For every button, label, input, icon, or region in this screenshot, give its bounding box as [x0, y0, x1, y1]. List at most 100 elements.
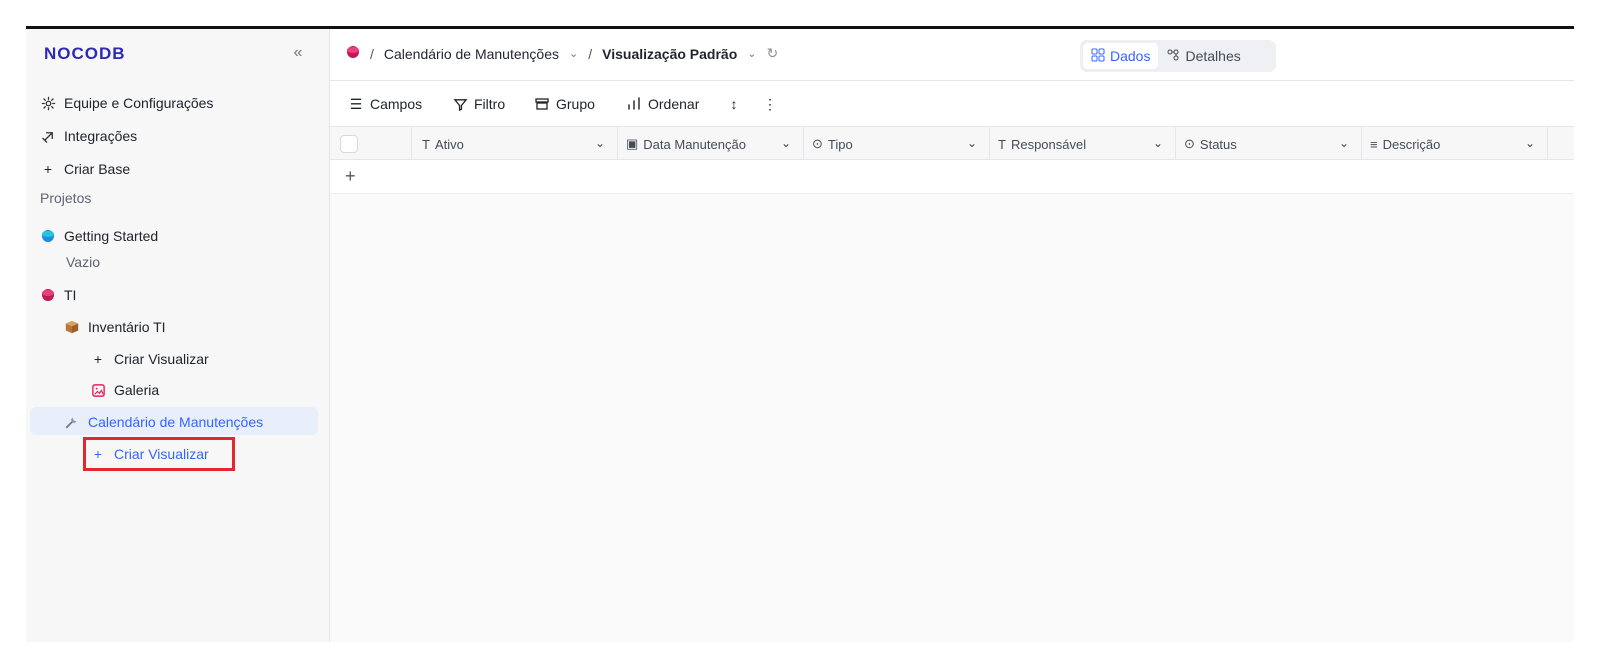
getting-started-label: Getting Started [64, 228, 159, 244]
view-toolbar: ☰ Campos Filtro Grupo Ordenar ↕ ⋮ [330, 82, 1574, 126]
refresh-icon[interactable]: ↻ [766, 45, 778, 62]
grid-icon [1091, 48, 1105, 65]
top-bar: / Calendário de Manutenções ⌄ / Visualiz… [330, 29, 1574, 81]
gallery-view-item[interactable]: Galeria [90, 376, 370, 404]
projects-section-title: Projetos [40, 190, 92, 206]
empty-project-label: Vazio [66, 254, 100, 270]
details-tab-label: Detalhes [1185, 48, 1241, 64]
column-active-label: Ativo [434, 136, 464, 152]
group-button[interactable]: Grupo [534, 92, 595, 116]
filter-label: Filtro [474, 96, 506, 112]
table-breadcrumb[interactable]: Calendário de Manutenções [384, 46, 559, 62]
column-description[interactable]: ≡ Descrição ⌄ [1362, 127, 1548, 161]
sort-button[interactable]: Ordenar [626, 92, 699, 116]
details-icon [1166, 48, 1180, 65]
create-view-label: Criar Visualizar [114, 446, 209, 462]
view-breadcrumb[interactable]: Visualização Padrão [602, 46, 737, 62]
grid-header: T Ativo ⌄ ▣ Data Manutenção ⌄ ⊙ Tipo ⌄ T… [330, 126, 1574, 161]
integrations-label: Integrações [64, 128, 138, 144]
column-maintenance-date[interactable]: ▣ Data Manutenção ⌄ [618, 127, 804, 161]
breadcrumb-separator: / [370, 45, 374, 62]
more-icon: ⋮ [763, 95, 777, 112]
ti-project[interactable]: TI [40, 281, 320, 309]
column-status-label: Status [1199, 136, 1237, 152]
app-window: NOCODB « Equipe e Configurações Integraç… [26, 26, 1574, 642]
filter-button[interactable]: Filtro [452, 92, 505, 116]
chevron-down-icon[interactable]: ⌄ [781, 136, 791, 150]
group-label: Grupo [556, 96, 595, 112]
create-base-label: Criar Base [64, 161, 131, 177]
column-status[interactable]: ⊙ Status ⌄ [1176, 127, 1362, 161]
pink-base-icon [40, 287, 56, 303]
create-view-calendar-button[interactable]: + Criar Visualizar [90, 440, 370, 468]
empty-grid-body [330, 194, 1574, 642]
select-icon: ⊙ [812, 136, 823, 151]
add-row-line[interactable]: + [330, 160, 1574, 194]
sidebar: NOCODB « Equipe e Configurações Integraç… [26, 29, 330, 642]
column-maintenance-date-label: Data Manutenção [643, 136, 746, 152]
maintenance-calendar-label: Calendário de Manutenções [88, 414, 264, 430]
data-details-toggle[interactable]: Dados Detalhes [1080, 40, 1276, 72]
column-responsible[interactable]: T Responsável ⌄ [990, 127, 1176, 161]
row-height-button[interactable]: ↕ [726, 92, 742, 116]
gallery-icon [90, 382, 106, 398]
chevron-down-icon[interactable]: ⌄ [1525, 136, 1535, 150]
gear-icon [40, 95, 56, 111]
chevron-down-icon[interactable]: ⌄ [569, 47, 578, 60]
plus-icon: + [93, 351, 103, 367]
breadcrumb: / Calendário de Manutenções ⌄ / Visualiz… [346, 45, 778, 62]
select-all-checkbox[interactable] [340, 135, 358, 153]
select-icon: ⊙ [1184, 136, 1195, 151]
chevron-down-icon[interactable]: ⌄ [967, 136, 977, 150]
fields-button[interactable]: ☰ Campos [348, 92, 422, 116]
collapse-sidebar-button[interactable]: « [288, 44, 308, 64]
add-row-plus-icon[interactable]: + [345, 167, 356, 185]
breadcrumb-separator: / [588, 45, 593, 62]
text-icon: T [422, 136, 430, 152]
details-tab[interactable]: Detalhes [1158, 43, 1248, 69]
column-type-label: Tipo [827, 136, 853, 152]
create-view-inventory-button[interactable]: + Criar Visualizar [90, 345, 370, 373]
inventory-label: Inventário TI [88, 319, 166, 335]
plus-icon: + [93, 446, 103, 462]
calendar-icon: ▣ [626, 136, 639, 151]
fields-label: Campos [370, 96, 423, 112]
row-height-icon: ↕ [730, 96, 738, 112]
inventory-table-item[interactable]: Inventário TI [64, 313, 344, 341]
box-icon [64, 319, 80, 335]
getting-started-project[interactable]: Getting Started [40, 222, 320, 250]
column-description-label: Descrição [1382, 136, 1441, 152]
create-base-button[interactable]: + Criar Base [40, 155, 320, 183]
gallery-label: Galeria [114, 382, 160, 398]
nocodb-logo: NOCODB [44, 44, 126, 63]
chevron-down-icon[interactable]: ⌄ [595, 136, 605, 150]
chevron-down-icon[interactable]: ⌄ [1339, 136, 1349, 150]
text-icon: T [998, 136, 1006, 152]
maintenance-calendar-table-item[interactable]: Calendário de Manutenções [64, 408, 344, 436]
blue-base-icon [40, 228, 56, 244]
team-settings-label: Equipe e Configurações [64, 95, 214, 111]
filter-icon [452, 96, 468, 112]
main-content: / Calendário de Manutenções ⌄ / Visualiz… [330, 29, 1574, 642]
team-settings-item[interactable]: Equipe e Configurações [40, 89, 320, 117]
pink-base-icon [346, 45, 360, 62]
fields-icon: ☰ [349, 95, 363, 112]
sort-label: Ordenar [648, 96, 700, 112]
chevron-down-icon[interactable]: ⌄ [747, 47, 756, 60]
column-type[interactable]: ⊙ Tipo ⌄ [804, 127, 990, 161]
data-tab[interactable]: Dados [1083, 43, 1159, 69]
column-responsible-label: Responsável [1010, 136, 1087, 152]
select-all-column[interactable] [330, 127, 412, 161]
wrench-icon [64, 414, 80, 430]
integration-icon [40, 128, 56, 144]
description-icon: ≡ [1370, 136, 1378, 152]
data-tab-label: Dados [1110, 48, 1151, 64]
integrations-item[interactable]: Integrações [40, 122, 320, 150]
group-icon [534, 96, 550, 112]
sort-icon [626, 96, 642, 112]
more-options-button[interactable]: ⋮ [762, 92, 778, 116]
ti-label: TI [64, 287, 77, 303]
plus-icon: + [43, 161, 53, 177]
chevron-down-icon[interactable]: ⌄ [1153, 136, 1163, 150]
column-active[interactable]: T Ativo ⌄ [412, 127, 618, 161]
